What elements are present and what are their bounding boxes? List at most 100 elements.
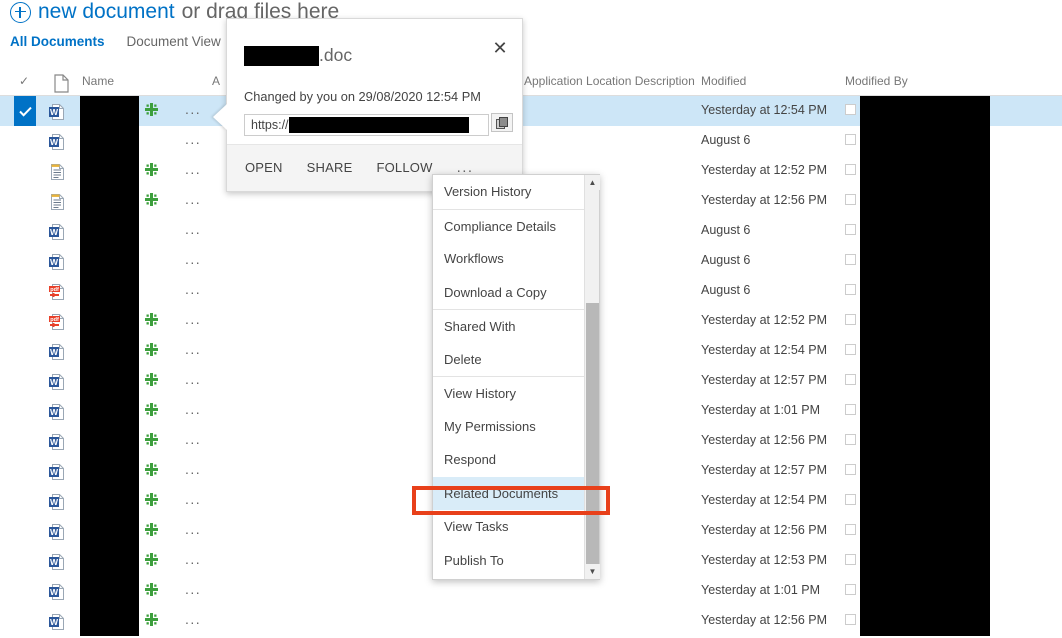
row-ellipsis-menu-icon[interactable]: ... [185, 162, 207, 178]
svg-text:W: W [50, 407, 59, 417]
column-header-application-location-description[interactable]: Application Location Description [524, 74, 695, 88]
row-ellipsis-menu-icon[interactable]: ... [185, 492, 207, 508]
row-ellipsis-menu-icon[interactable]: ... [185, 522, 207, 538]
close-icon[interactable]: ✕ [490, 39, 510, 59]
row-ellipsis-menu-icon[interactable]: ... [185, 342, 207, 358]
row-ellipsis-menu-icon[interactable]: ... [185, 222, 207, 238]
document-hover-callout: .doc ✕ Changed by you on 29/08/2020 12:5… [213, 18, 523, 192]
row-modified-date: August 6 [701, 133, 751, 147]
row-ellipsis-menu-icon[interactable]: ... [185, 132, 207, 148]
row-selected-checkbox[interactable] [14, 96, 36, 126]
row-modified-by-checkbox[interactable] [845, 314, 856, 325]
word-doc-icon: W [48, 522, 66, 540]
row-modified-by-checkbox[interactable] [845, 614, 856, 625]
copy-link-icon[interactable] [491, 113, 513, 132]
share-button[interactable]: SHARE [307, 160, 353, 175]
row-ellipsis-menu-icon[interactable]: ... [185, 102, 207, 118]
row-ellipsis-menu-icon[interactable]: ... [185, 552, 207, 568]
tab-all-documents[interactable]: All Documents [10, 34, 105, 49]
select-all-checkmark-icon[interactable]: ✓ [19, 74, 29, 88]
table-row[interactable]: W... Yesterday at 12:56 PM [0, 606, 1062, 636]
row-ellipsis-menu-icon[interactable]: ... [185, 612, 207, 628]
context-menu-item[interactable]: View Tasks [433, 510, 599, 544]
table-row[interactable]: W... August 6 [0, 126, 1062, 156]
redacted-modified-by [860, 306, 990, 336]
row-modified-by-checkbox[interactable] [845, 134, 856, 145]
row-modified-by-checkbox[interactable] [845, 554, 856, 565]
context-menu-item[interactable]: My Permissions [433, 410, 599, 444]
row-modified-by-checkbox[interactable] [845, 524, 856, 535]
document-type-column-icon[interactable] [54, 74, 69, 93]
redacted-modified-by [860, 156, 990, 186]
follow-button[interactable]: FOLLOW [376, 160, 432, 175]
context-menu-item[interactable]: Publish To [433, 544, 599, 578]
row-modified-by-checkbox[interactable] [845, 494, 856, 505]
svg-text:W: W [50, 527, 59, 537]
row-modified-by-checkbox[interactable] [845, 254, 856, 265]
column-header-modified[interactable]: Modified [701, 74, 746, 88]
open-button[interactable]: OPEN [245, 160, 283, 175]
row-ellipsis-menu-icon[interactable]: ... [185, 282, 207, 298]
row-modified-date: Yesterday at 12:54 PM [701, 343, 828, 357]
context-menu-item[interactable]: Respond [433, 443, 599, 477]
row-ellipsis-menu-icon[interactable]: ... [185, 432, 207, 448]
row-modified-by-checkbox[interactable] [845, 104, 856, 115]
context-menu-item[interactable]: View History [433, 376, 599, 410]
status-flag-icon [145, 343, 159, 357]
svg-text:W: W [50, 617, 59, 627]
row-modified-by-checkbox[interactable] [845, 404, 856, 415]
row-modified-by-checkbox[interactable] [845, 584, 856, 595]
context-menu-scrollbar[interactable]: ▲ ▼ [584, 175, 600, 579]
row-modified-date: Yesterday at 1:01 PM [701, 583, 821, 597]
scroll-up-arrow-icon[interactable]: ▲ [585, 175, 600, 190]
row-modified-by-checkbox[interactable] [845, 224, 856, 235]
row-modified-date: August 6 [701, 253, 751, 267]
row-modified-by-checkbox[interactable] [845, 344, 856, 355]
row-ellipsis-menu-icon[interactable]: ... [185, 462, 207, 478]
row-modified-by-checkbox[interactable] [845, 164, 856, 175]
row-modified-by-checkbox[interactable] [845, 464, 856, 475]
svg-text:pdf: pdf [50, 287, 59, 293]
redacted-file-name [244, 45, 319, 66]
redacted-document-name [80, 576, 139, 606]
word-doc-icon: W [48, 342, 66, 360]
redacted-modified-by [860, 126, 990, 156]
plus-circle-icon[interactable] [10, 1, 31, 23]
new-document-link[interactable]: new document [38, 0, 175, 26]
scroll-down-arrow-icon[interactable]: ▼ [585, 564, 600, 579]
row-ellipsis-menu-icon[interactable]: ... [185, 582, 207, 598]
row-modified-by-checkbox[interactable] [845, 284, 856, 295]
row-modified-date: Yesterday at 12:56 PM [701, 193, 828, 207]
context-menu-item[interactable]: Shared With [433, 309, 599, 343]
row-modified-by-checkbox[interactable] [845, 374, 856, 385]
context-menu-item[interactable]: Delete [433, 343, 599, 377]
row-ellipsis-menu-icon[interactable]: ... [185, 372, 207, 388]
annotation-highlight-box [412, 486, 610, 515]
tab-document-view[interactable]: Document View [127, 34, 221, 49]
scrollbar-thumb[interactable] [586, 303, 599, 565]
redacted-document-name [80, 396, 139, 426]
more-actions-ellipsis-icon[interactable]: ... [457, 160, 474, 175]
redacted-modified-by [860, 396, 990, 426]
context-menu-item[interactable]: Workflows [433, 242, 599, 276]
text-doc-icon [48, 192, 66, 210]
row-modified-date: Yesterday at 12:52 PM [701, 313, 828, 327]
row-modified-by-checkbox[interactable] [845, 434, 856, 445]
column-header-modified-by[interactable]: Modified By [845, 74, 908, 88]
row-ellipsis-menu-icon[interactable]: ... [185, 312, 207, 328]
row-modified-date: Yesterday at 1:01 PM [701, 403, 821, 417]
row-modified-by-checkbox[interactable] [845, 194, 856, 205]
column-header-partial[interactable]: A [212, 74, 220, 88]
redacted-modified-by [860, 606, 990, 636]
context-menu-item[interactable]: Version History [433, 175, 599, 209]
row-ellipsis-menu-icon[interactable]: ... [185, 192, 207, 208]
table-row[interactable]: W... Yesterday at 1:01 PM [0, 576, 1062, 606]
table-row[interactable]: W... Yesterday at 12:54 PM [0, 96, 1062, 126]
context-menu-item[interactable]: Download a Copy [433, 276, 599, 310]
row-ellipsis-menu-icon[interactable]: ... [185, 402, 207, 418]
column-header-name[interactable]: Name [82, 74, 114, 88]
context-menu-item[interactable]: Compliance Details [433, 208, 599, 243]
row-ellipsis-menu-icon[interactable]: ... [185, 252, 207, 268]
svg-text:W: W [50, 497, 59, 507]
document-url-field[interactable]: https:// [244, 113, 513, 136]
